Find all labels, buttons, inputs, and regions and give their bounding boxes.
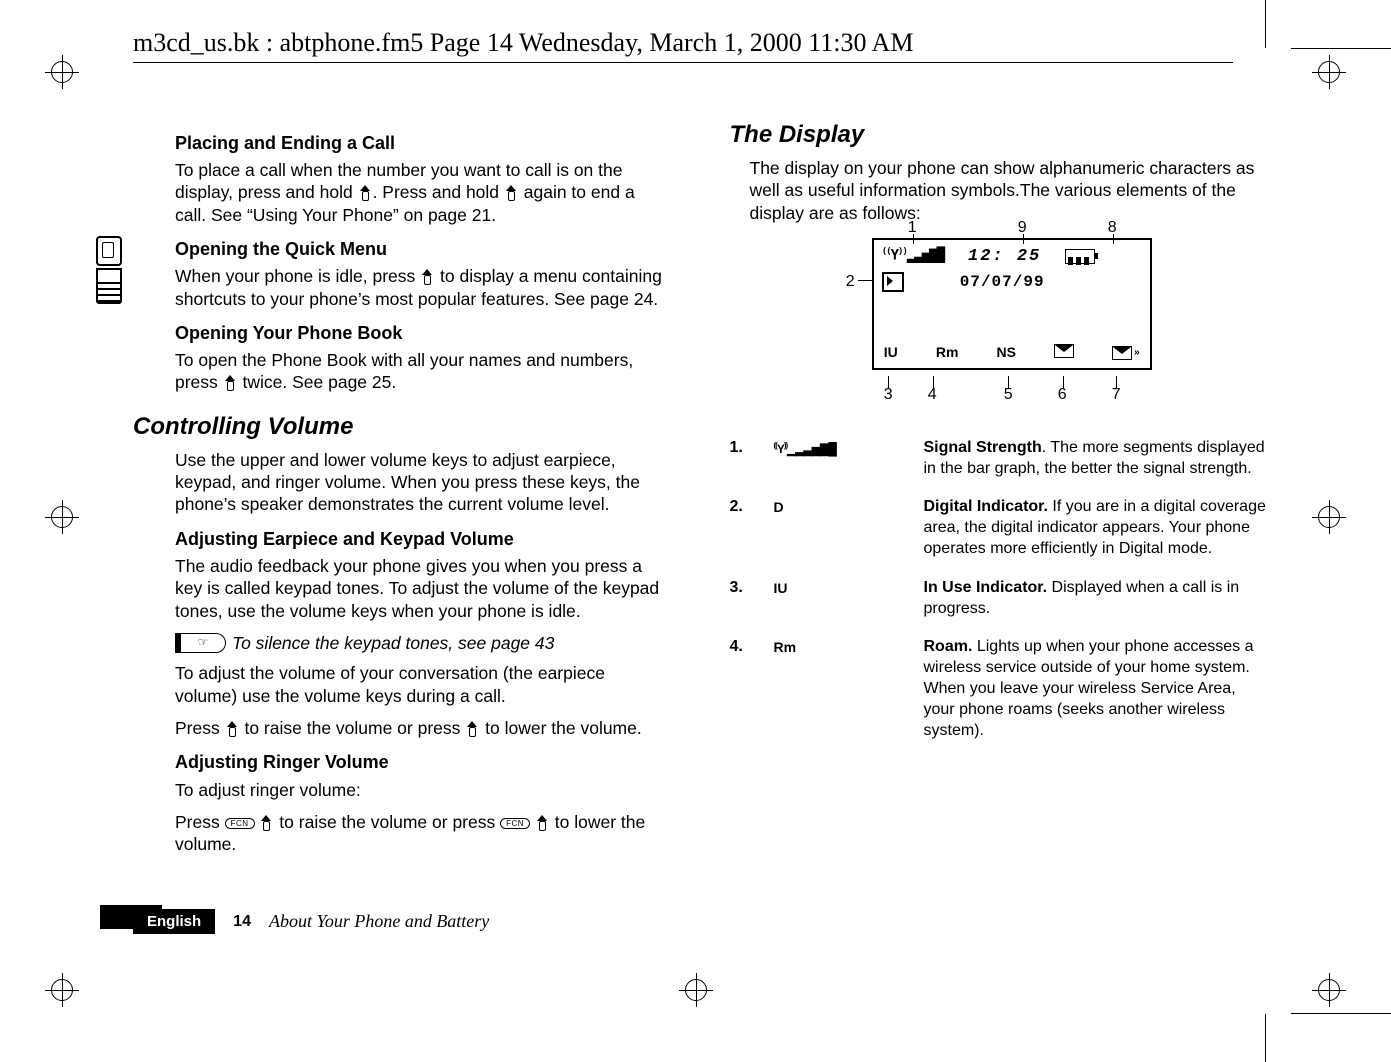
heading-placing-call: Placing and Ending a Call	[175, 132, 670, 155]
crop-mark	[679, 973, 713, 1007]
voicemail-icon: »	[1112, 344, 1140, 362]
para-volume-keys: Press to raise the volume or press to lo…	[175, 717, 670, 739]
para-controlling-volume: Use the upper and lower volume keys to a…	[175, 449, 670, 516]
page-body: Placing and Ending a Call To place a cal…	[133, 120, 1266, 942]
battery-icon	[1065, 249, 1095, 264]
para-placing-call: To place a call when the number you want…	[175, 159, 670, 226]
crop-mark	[45, 500, 79, 534]
callout-7: 7	[1112, 385, 1121, 405]
left-column: Placing and Ending a Call To place a cal…	[133, 120, 670, 942]
legend-desc: Roam. Lights up when your phone accesses…	[924, 637, 1267, 741]
ns-indicator: NS	[997, 344, 1016, 362]
footer-page-number: 14	[233, 913, 251, 931]
trim-line	[1265, 1014, 1266, 1062]
tip-text: To silence the keypad tones, see page 43	[232, 632, 554, 654]
footer-language: English	[133, 909, 215, 934]
heading-controlling-volume: Controlling Volume	[133, 412, 670, 443]
volume-down-icon	[467, 722, 478, 737]
volume-up-icon	[261, 816, 272, 831]
display-diagram: 1 9 8 2 ((Y))▂▃▅▇█ 12: 25 07/07/99 IU	[848, 238, 1148, 370]
phone-section-icon	[96, 236, 122, 304]
heading-the-display: The Display	[730, 120, 1267, 151]
smart-button-icon	[225, 376, 236, 391]
trim-line	[1265, 0, 1266, 48]
trim-line	[1291, 48, 1391, 49]
running-head-rule	[133, 62, 1233, 63]
legend-symbol-signal: ((Y))▁▂▃▅▇█	[774, 438, 914, 480]
iu-indicator: IU	[884, 344, 898, 362]
trim-line	[1291, 1013, 1391, 1014]
footer-section-title: About Your Phone and Battery	[269, 911, 489, 932]
legend-desc: Digital Indicator. If you are in a digit…	[924, 497, 1267, 559]
display-screen: ((Y))▂▃▅▇█ 12: 25 07/07/99 IU Rm NS »	[872, 238, 1152, 370]
smart-button-icon	[422, 270, 433, 285]
digital-indicator-icon	[882, 272, 904, 292]
para-ringer-intro: To adjust ringer volume:	[175, 779, 670, 801]
legend-desc: Signal Strength. The more segments displ…	[924, 438, 1267, 480]
crop-mark	[1312, 55, 1346, 89]
legend-num: 3.	[730, 578, 764, 620]
callout-6: 6	[1058, 385, 1067, 405]
callout-3: 3	[884, 385, 893, 405]
legend-symbol-rm: Rm	[774, 637, 914, 741]
heading-ringer-volume: Adjusting Ringer Volume	[133, 751, 670, 774]
right-column: The Display The display on your phone ca…	[730, 120, 1267, 942]
smart-button-icon	[360, 186, 371, 201]
tip-row: ☞ To silence the keypad tones, see page …	[175, 632, 670, 654]
crop-mark	[45, 973, 79, 1007]
page-footer: English 14 About Your Phone and Battery	[133, 911, 489, 932]
para-quick-menu: When your phone is idle, press to displa…	[175, 265, 670, 310]
legend-symbol-d: D	[774, 497, 914, 559]
legend-symbol-iu: IU	[774, 578, 914, 620]
legend-num: 1.	[730, 438, 764, 480]
fcn-key-icon: FCN	[500, 818, 530, 829]
legend-num: 4.	[730, 637, 764, 741]
display-legend: 1. ((Y))▁▂▃▅▇█ Signal Strength. The more…	[730, 438, 1267, 742]
para-the-display: The display on your phone can show alpha…	[730, 157, 1267, 224]
crop-mark	[1312, 973, 1346, 1007]
callout-4: 4	[928, 385, 937, 405]
rm-indicator: Rm	[936, 344, 959, 362]
display-date: 07/07/99	[960, 272, 1045, 292]
fcn-key-icon: FCN	[225, 818, 255, 829]
heading-phone-book: Opening Your Phone Book	[175, 322, 670, 345]
running-head: m3cd_us.bk : abtphone.fm5 Page 14 Wednes…	[133, 28, 913, 58]
message-icon	[1054, 344, 1074, 358]
legend-desc: In Use Indicator. Displayed when a call …	[924, 578, 1267, 620]
volume-down-icon	[537, 816, 548, 831]
signal-strength-icon: ((Y))▂▃▅▇█	[882, 247, 944, 266]
smart-button-icon	[506, 186, 517, 201]
heading-quick-menu: Opening the Quick Menu	[175, 238, 670, 261]
para-phone-book: To open the Phone Book with all your nam…	[175, 349, 670, 394]
crop-mark	[45, 55, 79, 89]
para-earpiece-volume: To adjust the volume of your conversatio…	[175, 662, 670, 707]
callout-5: 5	[1004, 385, 1013, 405]
volume-up-icon	[227, 722, 238, 737]
tip-icon: ☞	[175, 633, 226, 653]
display-time: 12: 25	[968, 246, 1041, 268]
crop-mark	[1312, 500, 1346, 534]
legend-num: 2.	[730, 497, 764, 559]
callout-2: 2	[846, 272, 855, 292]
para-ringer-keys: Press FCN to raise the volume or press F…	[175, 811, 670, 856]
heading-earpiece-keypad: Adjusting Earpiece and Keypad Volume	[133, 528, 670, 551]
para-keypad-tones: The audio feedback your phone gives you …	[175, 555, 670, 622]
